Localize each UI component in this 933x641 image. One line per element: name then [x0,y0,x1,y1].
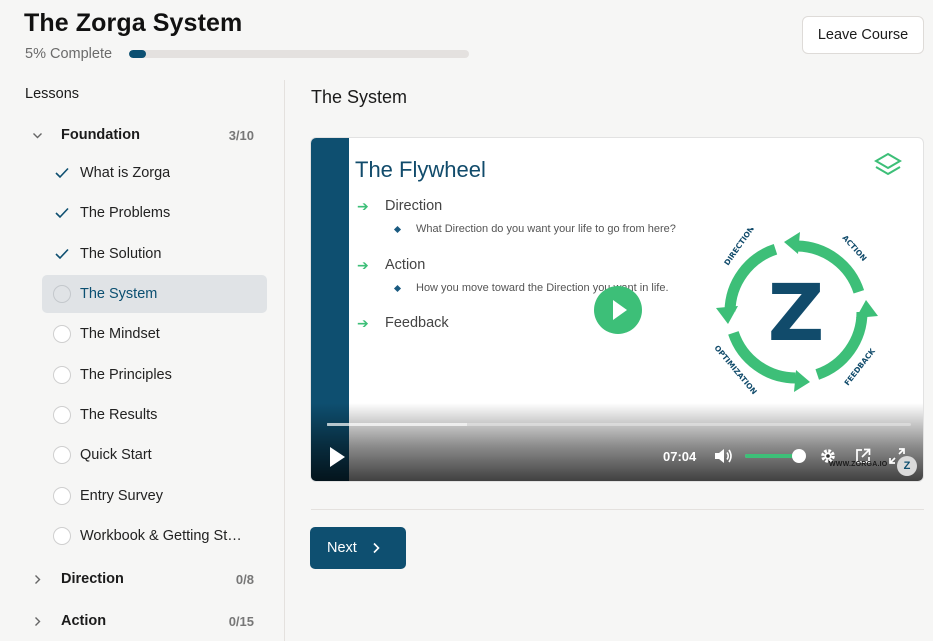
section-name: Foundation [61,127,140,143]
lessons-sidebar: Lessons Foundation 3/10 What is Zorga Th… [0,80,285,641]
controls-shade [311,403,923,481]
video-watermark: WWW.ZORGA.IO [829,461,888,468]
arrow-right-icon: ➔ [357,257,369,273]
lesson-workbook[interactable]: Workbook & Getting Started [42,517,267,555]
lesson-the-principles[interactable]: The Principles [42,356,267,394]
lesson-label: The Problems [80,205,171,221]
lesson-label: The System [80,286,158,302]
slide-item-head: Feedback [385,315,449,331]
lesson-title: The System [311,87,408,107]
flywheel-label-action: ACTION [841,233,869,263]
section-name: Direction [61,571,124,587]
lesson-the-mindset[interactable]: The Mindset [42,315,267,353]
section-direction[interactable]: Direction 0/8 [30,566,260,592]
lesson-the-solution[interactable]: The Solution [42,235,267,273]
layers-logo-icon [873,152,903,185]
content-divider [311,509,924,510]
lesson-quick-start[interactable]: Quick Start [42,436,267,474]
lesson-the-results[interactable]: The Results [42,396,267,434]
time-display: 07:04 [663,449,697,464]
lesson-the-system[interactable]: The System [42,275,267,313]
volume-handle[interactable] [792,449,806,463]
course-title: The Zorga System [24,9,243,37]
flywheel-diagram: Z DIRECTION ACTION FEEDBACK OPTIMIZATION [706,224,886,403]
arrow-right-icon: ➔ [357,315,369,331]
play-button[interactable] [329,447,347,467]
lesson-label: Workbook & Getting Started [80,528,248,544]
volume-fill [745,454,797,458]
progress-text: 5% Complete [25,46,113,62]
leave-course-button[interactable]: Leave Course [802,16,924,54]
lesson-entry-survey[interactable]: Entry Survey [42,477,267,515]
section-foundation[interactable]: Foundation 3/10 [30,122,260,148]
lesson-label: The Principles [80,367,172,383]
section-action[interactable]: Action 0/15 [30,608,260,634]
lesson-the-problems[interactable]: The Problems [42,194,267,232]
lesson-what-is-zorga[interactable]: What is Zorga [42,154,267,192]
section-count: 0/8 [235,571,254,587]
bullet-icon [393,225,402,234]
slide-item-bullet: What Direction do you want your life to … [416,223,676,235]
circle-icon [52,405,72,425]
circle-icon [52,324,72,344]
flywheel-letter: Z [768,269,825,359]
progress-fill [129,50,146,58]
circle-icon [52,284,72,304]
circle-icon [52,445,72,465]
lesson-label: Entry Survey [80,488,163,504]
section-count: 0/15 [228,613,254,629]
check-icon [52,163,72,183]
section-name: Action [61,613,107,629]
check-icon [52,244,72,264]
lessons-heading: Lessons [25,86,80,102]
slide-title: The Flywheel [355,157,486,182]
check-icon [52,203,72,223]
lesson-label: What is Zorga [80,165,171,181]
circle-icon [52,526,72,546]
watermark-badge: Z [897,456,917,476]
chevron-right-icon [371,542,381,554]
volume-icon[interactable] [713,446,733,466]
bullet-icon [393,284,402,293]
play-button-large[interactable] [594,286,642,334]
slide-item-head: Action [385,257,426,273]
seek-buffered [327,423,468,426]
seek-bar[interactable] [327,423,911,426]
next-button[interactable]: Next [310,527,406,569]
slide-item-head: Direction [385,198,443,214]
flywheel-label-optimization: OPTIMIZATION [712,344,758,397]
chevron-right-icon [30,614,44,628]
volume-slider[interactable] [745,454,799,458]
next-label: Next [327,540,357,556]
progress-bar [129,50,469,58]
circle-icon [52,365,72,385]
lesson-label: The Mindset [80,326,160,342]
circle-icon [52,486,72,506]
lesson-label: The Results [80,407,158,423]
slide-item-bullet: How you move toward the Direction you wa… [416,282,669,294]
lesson-label: Quick Start [80,447,152,463]
chevron-down-icon [30,128,44,142]
arrow-right-icon: ➔ [357,198,369,214]
video-player[interactable]: The Flywheel ➔ Direction What Direction … [310,137,924,482]
lesson-label: The Solution [80,246,162,262]
chevron-right-icon [30,572,44,586]
section-count: 3/10 [228,127,254,143]
